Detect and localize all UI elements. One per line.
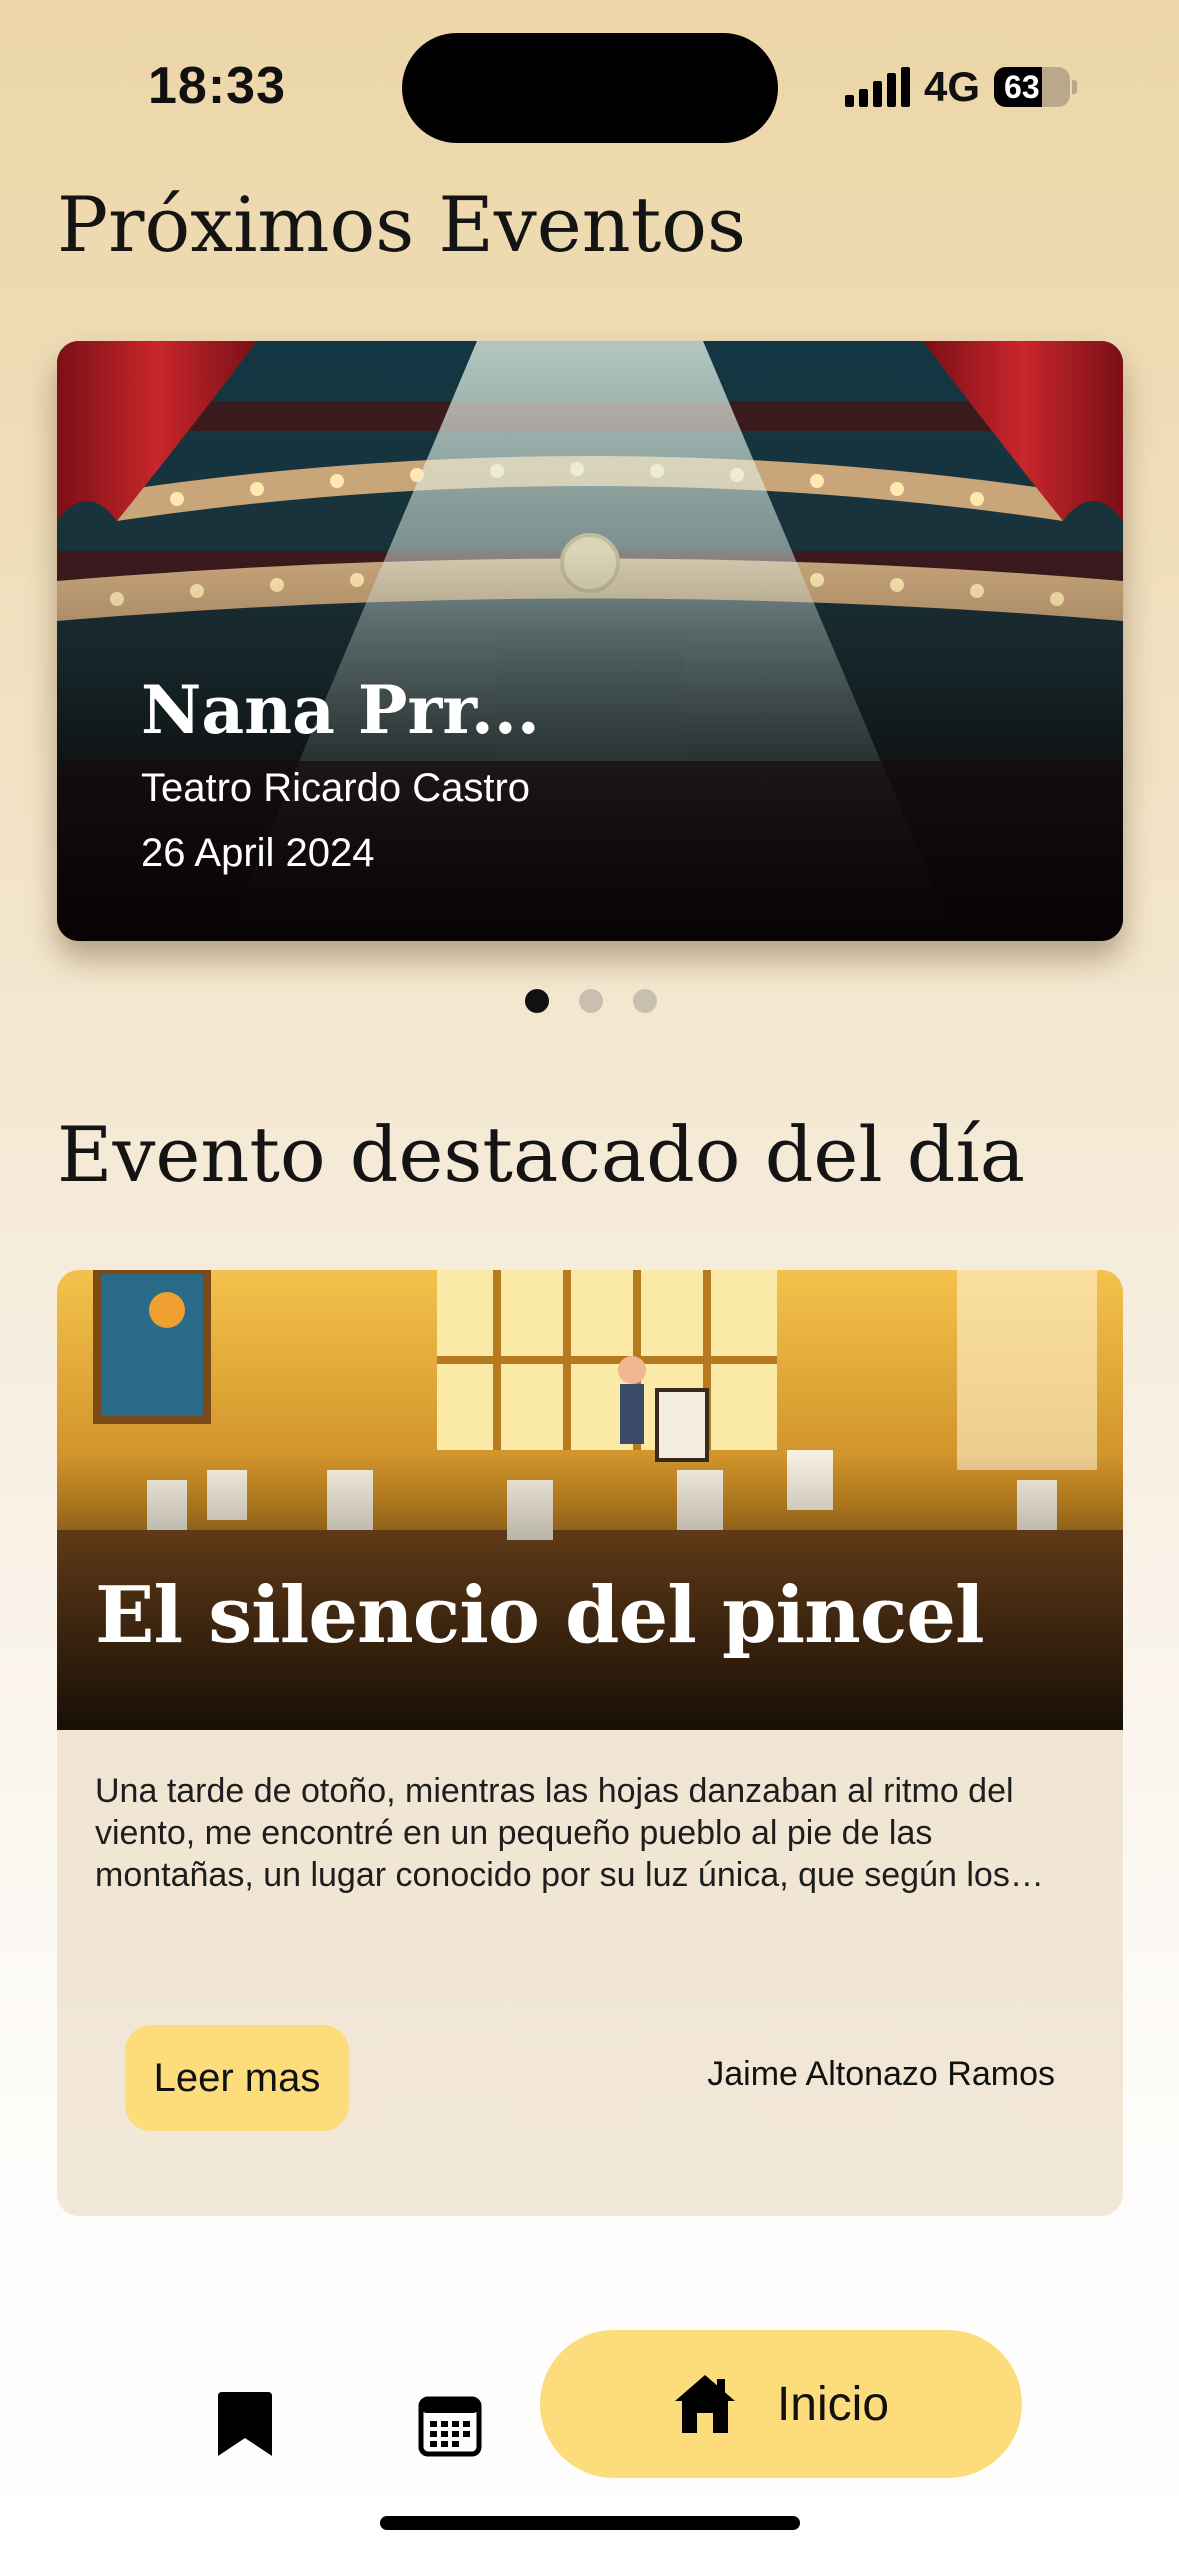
featured-event-title: Evento destacado del día [57, 1110, 1026, 1199]
read-more-button[interactable]: Leer mas [125, 2025, 349, 2131]
battery-level: 63 [1004, 68, 1040, 105]
upcoming-events-title: Próximos Eventos [57, 180, 747, 269]
carousel-dot[interactable] [579, 989, 603, 1013]
status-time: 18:33 [148, 57, 286, 115]
home-icon [674, 2375, 735, 2433]
event-date: 26 April 2024 [141, 831, 375, 875]
nav-calendar[interactable] [405, 2380, 495, 2470]
nav-home-label: Inicio [776, 2377, 890, 2431]
nav-home[interactable]: Inicio [540, 2330, 1022, 2478]
bottom-navigation: Inicio [0, 2330, 1179, 2490]
event-name: Nana Prr... [141, 671, 540, 749]
battery-tip [1072, 80, 1078, 94]
status-indicators: 4G 63 [845, 62, 1078, 112]
event-venue: Teatro Ricardo Castro [141, 766, 531, 810]
art-class-illustration [57, 1270, 1123, 1730]
carousel-page-indicator[interactable] [525, 989, 657, 1013]
dynamic-island [402, 33, 778, 143]
featured-event-name: El silencio del pincel [95, 1570, 985, 1661]
featured-event-card[interactable]: El silencio del pincel Una tarde de otoñ… [57, 1270, 1123, 2216]
bookmark-icon [218, 2392, 272, 2456]
signal-icon [845, 67, 910, 107]
battery-icon: 63 [994, 67, 1071, 107]
network-label: 4G [924, 63, 981, 110]
featured-author: Jaime Altonazo Ramos [707, 2055, 1055, 2093]
upcoming-event-card[interactable]: Nana Prr... Teatro Ricardo Castro 26 Apr… [57, 341, 1123, 941]
status-bar: 18:33 4G 63 [0, 0, 1179, 160]
carousel-dot[interactable] [525, 989, 549, 1013]
nav-bookmarks[interactable] [200, 2380, 290, 2470]
carousel-dot[interactable] [633, 989, 657, 1013]
calendar-icon [418, 2396, 482, 2457]
home-indicator[interactable] [380, 2516, 800, 2530]
featured-excerpt: Una tarde de otoño, mientras las hojas d… [95, 1772, 1014, 1894]
